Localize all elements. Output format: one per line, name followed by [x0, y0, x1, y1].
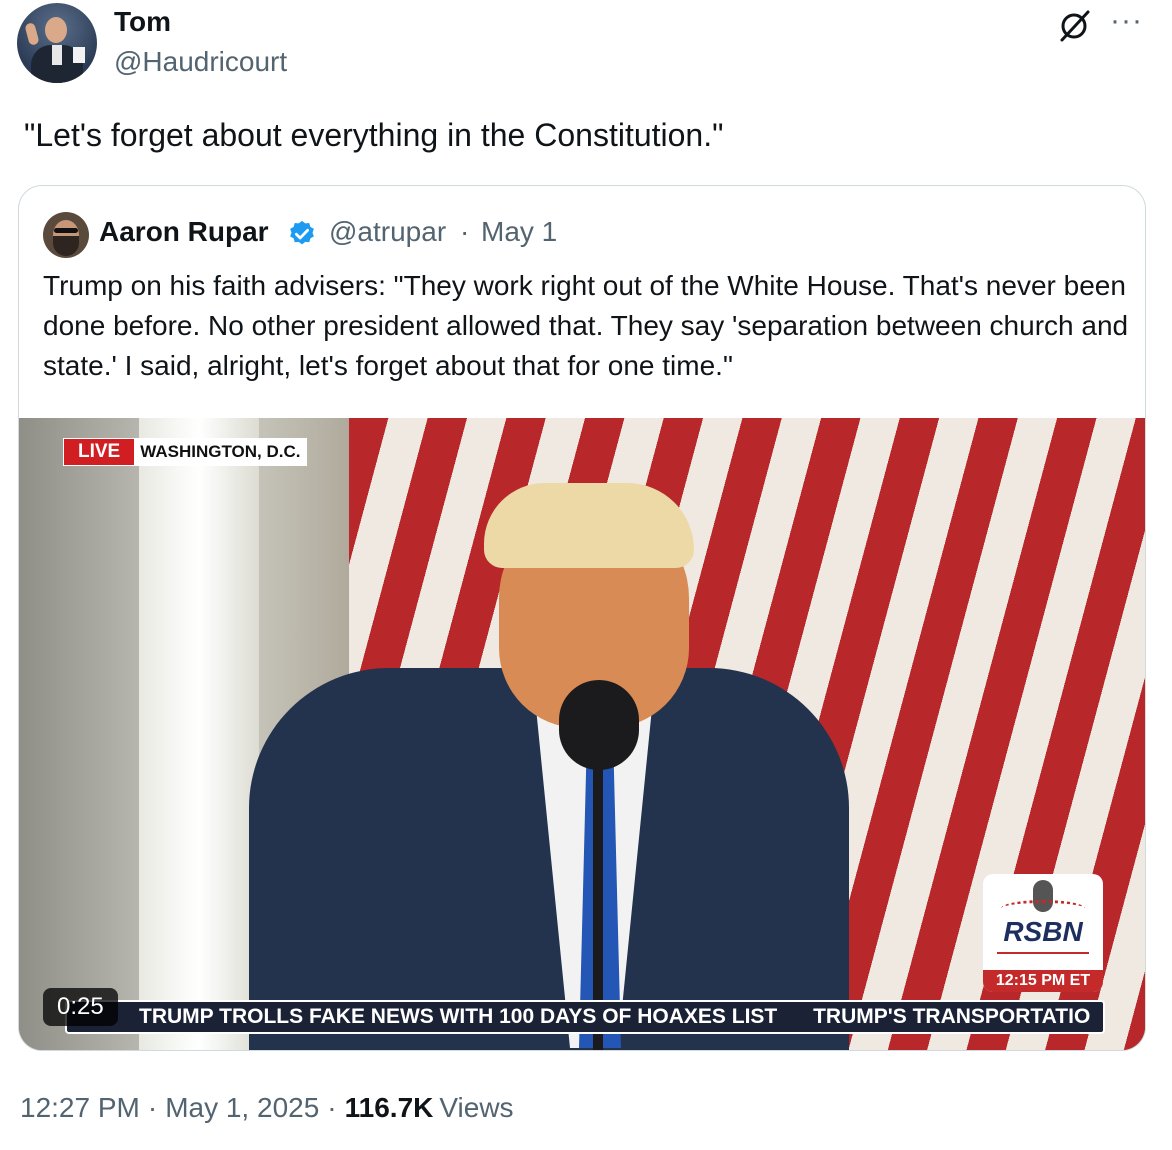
more-icon[interactable]: ···	[1110, 4, 1143, 38]
quoted-separator: ·	[460, 216, 470, 247]
video-duration: 0:25	[43, 988, 118, 1026]
quoted-avatar[interactable]	[43, 212, 89, 258]
tweet-text: "Let's forget about everything in the Co…	[24, 117, 724, 153]
tweet-date[interactable]: May 1, 2025	[165, 1092, 319, 1124]
quoted-text: Trump on his faith advisers: "They work …	[43, 270, 1129, 381]
author-name[interactable]: Tom	[114, 6, 171, 38]
tweet-meta: 12:27 PM · May 1, 2025 · 116.7K Views	[20, 1092, 514, 1124]
quoted-tweet[interactable]: Aaron Rupar @atrupar · May 1 Trump on hi…	[18, 185, 1146, 1051]
video-player[interactable]: LIVE WASHINGTON, D.C. RSBN 12:15 PM ET T…	[19, 418, 1145, 1050]
network-name: RSBN	[1003, 916, 1083, 947]
network-logo: RSBN 12:15 PM ET	[983, 874, 1103, 992]
tweet-time[interactable]: 12:27 PM	[20, 1092, 140, 1124]
quoted-author-name[interactable]: Aaron Rupar	[99, 216, 269, 248]
live-label: LIVE	[64, 439, 135, 465]
verified-badge-icon	[290, 220, 314, 245]
news-ticker: TRUMP TROLLS FAKE NEWS WITH 100 DAYS OF …	[65, 1000, 1105, 1034]
views-count: 116.7K	[344, 1092, 434, 1123]
views-label: Views	[439, 1092, 514, 1123]
video-column	[139, 418, 259, 1050]
author-avatar[interactable]	[17, 3, 97, 83]
grok-icon[interactable]	[1056, 8, 1092, 44]
live-badge: LIVE WASHINGTON, D.C.	[63, 438, 308, 466]
ticker-item: TRUMP'S TRANSPORTATIO	[813, 1005, 1091, 1028]
microphone	[559, 680, 639, 770]
network-time: 12:15 PM ET	[983, 970, 1103, 992]
author-handle[interactable]: @Haudricourt	[114, 46, 287, 78]
ticker-item: TRUMP TROLLS FAKE NEWS WITH 100 DAYS OF …	[139, 1005, 778, 1028]
quoted-author-handle[interactable]: @atrupar	[329, 216, 446, 248]
quoted-date[interactable]: May 1	[481, 216, 557, 248]
live-location: WASHINGTON, D.C.	[134, 439, 307, 465]
